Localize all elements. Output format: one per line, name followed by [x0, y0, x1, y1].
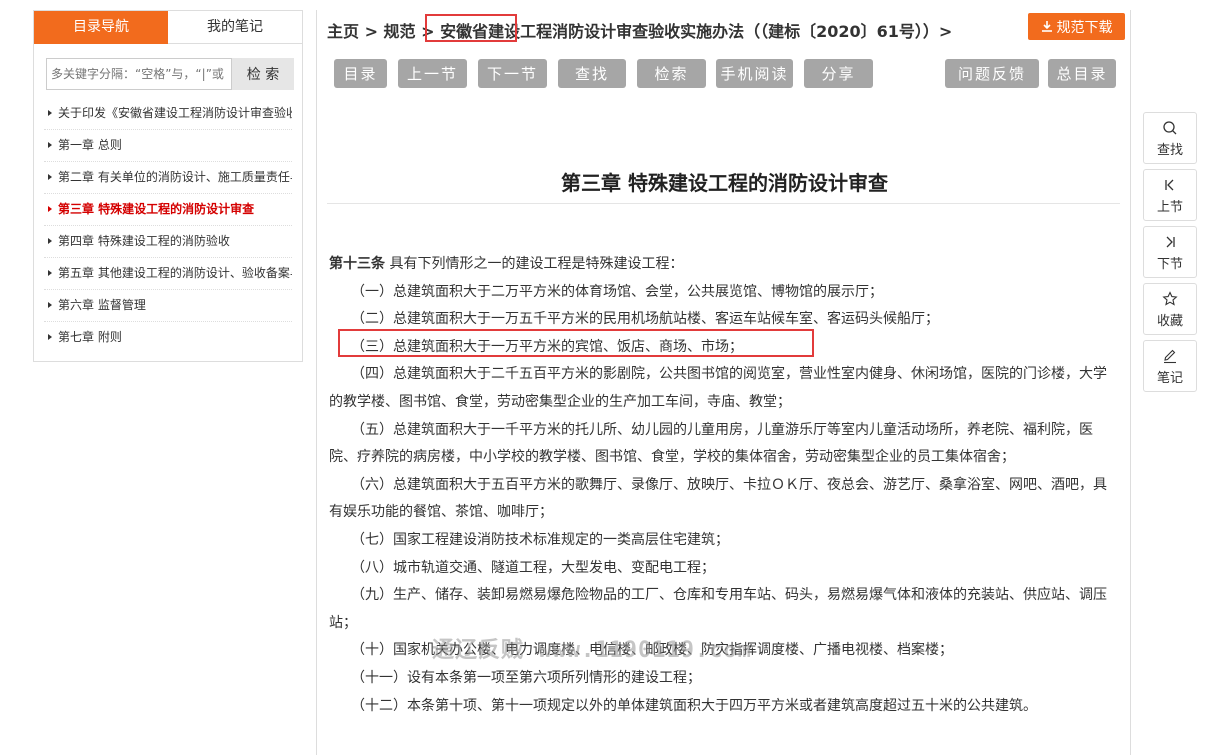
- toc-item-label: 第四章 特殊建设工程的消防验收: [58, 234, 230, 248]
- triangle-right-icon: [48, 238, 52, 244]
- float-prev-button[interactable]: 上节: [1143, 169, 1197, 221]
- article-item: （三）总建筑面积大于一万平方米的宾馆、饭店、商场、市场；: [351, 338, 743, 355]
- download-spec-button[interactable]: 规范下载: [1028, 13, 1125, 40]
- main-catalog-button[interactable]: 总目录: [1048, 59, 1116, 88]
- triangle-right-icon: [48, 302, 52, 308]
- next-section-button[interactable]: 下一节: [478, 59, 547, 88]
- toc-item-label: 第五章 其他建设工程的消防设计、验收备案与抽查: [58, 266, 292, 280]
- download-icon: [1041, 21, 1052, 32]
- main-content: 主页 > 规范 > 安徽省建设工程消防设计审查验收实施办法（（建标〔2020〕6…: [316, 10, 1131, 755]
- article-number: 第十三条: [329, 256, 385, 272]
- triangle-right-icon: [48, 270, 52, 276]
- article-item: （九）生产、储存、装卸易燃易爆危险物品的工厂、仓库和专用车站、码头，易燃易爆气体…: [329, 587, 1107, 631]
- star-icon: [1162, 290, 1178, 308]
- float-note-button[interactable]: 笔记: [1143, 340, 1197, 392]
- article-item: （二）总建筑面积大于一万五千平方米的民用机场航站楼、客运车站候车室、客运码头候船…: [351, 311, 939, 328]
- triangle-right-icon: [48, 174, 52, 180]
- toc-item-label: 第六章 监督管理: [58, 298, 146, 312]
- chapter-title: 第三章 特殊建设工程的消防设计审查: [561, 171, 888, 195]
- float-favorite-button[interactable]: 收藏: [1143, 283, 1197, 335]
- toc-item-chapter-4[interactable]: 第四章 特殊建设工程的消防验收: [44, 226, 292, 258]
- toc-item-chapter-6[interactable]: 第六章 监督管理: [44, 290, 292, 322]
- toc-item-chapter-1[interactable]: 第一章 总则: [44, 130, 292, 162]
- feedback-button[interactable]: 问题反馈: [945, 59, 1039, 88]
- triangle-right-icon: [48, 334, 52, 340]
- article-body: 第十三条 具有下列情形之一的建设工程是特殊建设工程： （一）总建筑面积大于二万平…: [329, 251, 1119, 720]
- article-item: （一）总建筑面积大于二万平方米的体育场馆、会堂，公共展览馆、博物馆的展示厅；: [351, 283, 883, 300]
- toc-item-label: 第一章 总则: [58, 138, 122, 152]
- title-divider: [327, 203, 1120, 204]
- toolbar: 目录 上一节 下一节 查找 检索 手机阅读 分享 问题反馈 总目录: [334, 59, 1124, 88]
- float-note-label: 笔记: [1156, 370, 1183, 386]
- toc-item-chapter-5[interactable]: 第五章 其他建设工程的消防设计、验收备案与抽查: [44, 258, 292, 290]
- article-lead-text: 具有下列情形之一的建设工程是特殊建设工程：: [385, 256, 684, 272]
- sidebar-search: 检 索: [46, 58, 294, 90]
- article-item: （四）总建筑面积大于二千五百平方米的影剧院，公共图书馆的阅览室，营业性室内健身、…: [329, 366, 1107, 410]
- toc-item-chapter-7[interactable]: 第七章 附则: [44, 322, 292, 353]
- article-item: （五）总建筑面积大于一千平方米的托儿所、幼儿园的儿童用房，儿童游乐厅等室内儿童活…: [329, 421, 1093, 466]
- float-next-label: 下节: [1156, 256, 1183, 272]
- tab-my-notes[interactable]: 我的笔记: [168, 11, 302, 44]
- prev-icon: [1163, 176, 1177, 194]
- toc-list: 关于印发《安徽省建设工程消防设计审查验收实施办法》的通知 第一章 总则 第二章 …: [34, 98, 302, 353]
- sidebar: 目录导航 我的笔记 检 索 关于印发《安徽省建设工程消防设计审查验收实施办法》的…: [33, 10, 303, 362]
- article-lead-paragraph: 第十三条 具有下列情形之一的建设工程是特殊建设工程：: [329, 251, 1119, 279]
- search-button[interactable]: 检索: [637, 59, 706, 88]
- float-favorite-label: 收藏: [1156, 313, 1183, 329]
- float-find-label: 查找: [1156, 142, 1183, 158]
- prev-section-button[interactable]: 上一节: [398, 59, 467, 88]
- triangle-right-icon: [48, 142, 52, 148]
- article-item: （六）总建筑面积大于五百平方米的歌舞厅、录像厅、放映厅、卡拉ＯＫ厅、夜总会、游艺…: [329, 476, 1107, 521]
- article-item: （十）国家机关办公楼、电力调度楼、电信楼、邮政楼、防灾指挥调度楼、广播电视楼、档…: [351, 642, 953, 659]
- sidebar-tabs: 目录导航 我的笔记: [34, 11, 302, 44]
- download-label: 规范下载: [1056, 19, 1113, 36]
- toc-item-notice[interactable]: 关于印发《安徽省建设工程消防设计审查验收实施办法》的通知: [44, 98, 292, 130]
- pencil-icon: [1162, 347, 1178, 365]
- toc-item-label: 第二章 有关单位的消防设计、施工质量责任与义务: [58, 170, 292, 184]
- keyword-search-input[interactable]: [46, 58, 232, 90]
- article-item: （十一）设有本条第一项至第六项所列情形的建设工程；: [351, 669, 701, 686]
- mobile-read-button[interactable]: 手机阅读: [716, 59, 793, 88]
- search-icon: [1162, 119, 1178, 137]
- float-toolbar: 查找 上节 下节 收藏 笔记: [1143, 112, 1197, 397]
- triangle-right-icon: [48, 206, 52, 212]
- share-button[interactable]: 分享: [804, 59, 873, 88]
- float-next-button[interactable]: 下节: [1143, 226, 1197, 278]
- toc-item-label: 第三章 特殊建设工程的消防设计审查: [58, 202, 255, 216]
- next-icon: [1163, 233, 1177, 251]
- article-item: （十二）本条第十项、第十一项规定以外的单体建筑面积大于四万平方米或者建筑高度超过…: [351, 697, 1037, 714]
- article-item: （七）国家工程建设消防技术标准规定的一类高层住宅建筑；: [351, 531, 729, 548]
- float-find-button[interactable]: 查找: [1143, 112, 1197, 164]
- catalog-button[interactable]: 目录: [334, 59, 387, 88]
- triangle-right-icon: [48, 110, 52, 116]
- float-prev-label: 上节: [1156, 199, 1183, 215]
- toc-item-chapter-3[interactable]: 第三章 特殊建设工程的消防设计审查: [44, 194, 292, 226]
- breadcrumb: 主页 > 规范 > 安徽省建设工程消防设计审查验收实施办法（（建标〔2020〕6…: [327, 22, 953, 41]
- tab-catalog-nav[interactable]: 目录导航: [34, 11, 168, 44]
- keyword-search-button[interactable]: 检 索: [232, 58, 294, 90]
- find-button[interactable]: 查找: [558, 59, 626, 88]
- toc-item-chapter-2[interactable]: 第二章 有关单位的消防设计、施工质量责任与义务: [44, 162, 292, 194]
- toc-item-label: 关于印发《安徽省建设工程消防设计审查验收实施办法》的通知: [58, 106, 292, 120]
- toc-item-label: 第七章 附则: [58, 330, 122, 344]
- article-item: （八）城市轨道交通、隧道工程，大型发电、变配电工程；: [351, 559, 715, 576]
